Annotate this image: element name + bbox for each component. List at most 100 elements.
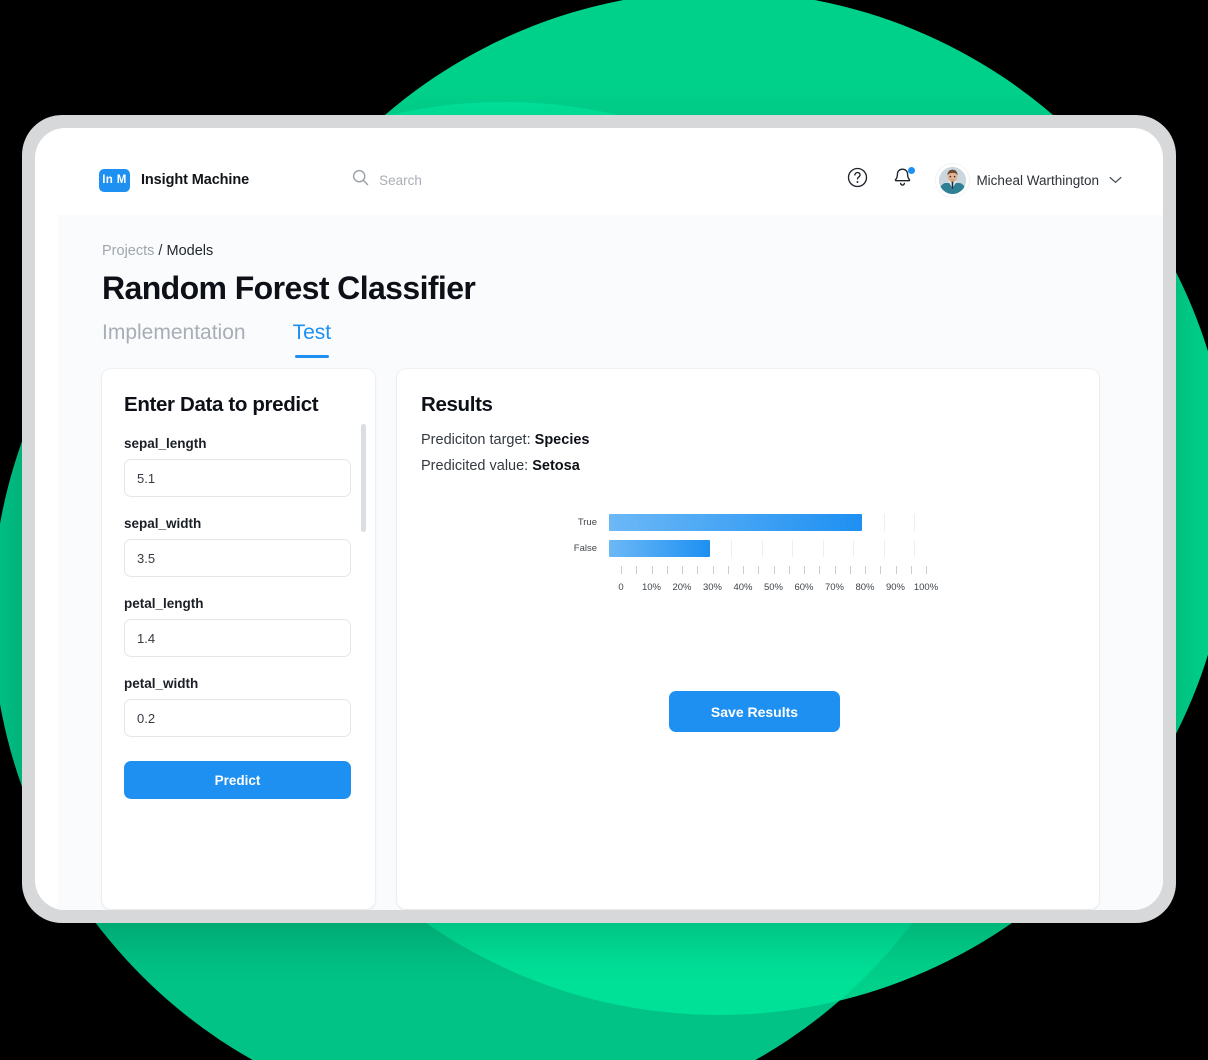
chart-plot-area <box>609 540 915 557</box>
chart-gridline <box>792 540 793 557</box>
chart-axis-tick <box>743 566 744 574</box>
prediction-target-label: Prediciton target: <box>421 432 531 448</box>
brand-logo[interactable]: In M Insight Machine <box>99 168 250 192</box>
chart-axis-label: 10% <box>641 582 662 593</box>
chart-axis-label: 70% <box>824 582 845 593</box>
chart-x-axis-ticks <box>621 566 927 578</box>
tab-bar: Implementation Test <box>102 321 1122 358</box>
field-sepal-length: sepal_length <box>124 436 353 497</box>
chart-row: False <box>569 540 929 557</box>
chart-gridline <box>731 540 732 557</box>
chart-axis-tick <box>651 566 653 574</box>
brand-name: Insight Machine <box>141 172 250 188</box>
sepal-length-input[interactable] <box>124 459 351 497</box>
chart-axis-tick <box>910 566 912 574</box>
tab-implementation[interactable]: Implementation <box>102 321 246 358</box>
chevron-down-icon <box>1109 171 1122 189</box>
petal-width-input[interactable] <box>124 699 351 737</box>
sepal-width-input[interactable] <box>124 539 351 577</box>
chart-axis-tick <box>926 566 927 574</box>
screenshot-stage: In M Insight Machine Search Micheal Wart… <box>0 0 1208 1060</box>
chart-gridline <box>914 540 915 557</box>
chart-axis-tick <box>880 566 882 574</box>
breadcrumb-current[interactable]: Models <box>166 243 213 259</box>
user-name: Micheal Warthington <box>976 172 1099 188</box>
chart-gridline <box>822 540 824 557</box>
chart-axis-tick <box>727 566 729 574</box>
field-label: petal_length <box>124 596 204 611</box>
chart-axis-tick <box>819 566 821 574</box>
tab-test[interactable]: Test <box>293 321 331 358</box>
chart-axis-tick <box>621 566 622 574</box>
chart-axis-tick <box>788 566 790 574</box>
chart-gridline <box>914 514 915 531</box>
chart-axis-label: 90% <box>885 582 906 593</box>
chart-gridline <box>853 540 854 557</box>
chart-axis-label: 30% <box>702 582 723 593</box>
page-title: Random Forest Classifier <box>102 270 476 306</box>
chart-axis-label: 60% <box>794 582 814 593</box>
save-results-button[interactable]: Save Results <box>669 691 840 732</box>
chart-axis-label: 20% <box>672 582 692 593</box>
chart-axis-tick <box>666 566 668 574</box>
logo-mark: In M <box>99 168 130 192</box>
form-panel-title: Enter Data to predict <box>124 393 319 416</box>
prediction-target-line: Prediciton target: Species <box>421 432 1075 448</box>
field-label: sepal_width <box>124 516 202 531</box>
chart-axis-tick <box>865 566 866 574</box>
field-sepal-width: sepal_width <box>124 516 353 577</box>
field-label: sepal_length <box>124 436 207 451</box>
chart-axis-tick <box>682 566 683 574</box>
chart-category-label: False <box>573 543 597 554</box>
chart-axis-tick <box>773 566 775 574</box>
page-body: Projects / Models Random Forest Classifi… <box>58 215 1163 910</box>
search-input[interactable] <box>379 172 560 188</box>
avatar <box>939 166 967 194</box>
search-box[interactable] <box>352 169 560 191</box>
petal-length-input[interactable] <box>124 619 351 657</box>
breadcrumb-separator: / <box>158 243 163 259</box>
notification-badge-dot <box>908 167 916 174</box>
results-panel: Results Prediciton target: Species Predi… <box>397 369 1099 909</box>
chart-bar <box>609 540 710 557</box>
breadcrumb-parent[interactable]: Projects <box>102 243 154 259</box>
device-bezel: In M Insight Machine Search Micheal Wart… <box>35 128 1163 910</box>
user-menu[interactable]: Micheal Warthington <box>939 166 1122 194</box>
chart-gridline <box>883 514 885 531</box>
prediction-probability-chart: True False 0 10% 20% 30% 40% 50% 60% 70% 80% 90% 10… <box>569 514 938 624</box>
question-circle-icon <box>847 167 868 193</box>
prediction-target-value: Species <box>534 432 590 448</box>
chart-x-axis-labels: 0 10% 20% 30% 40% 50% 60% 70% 80% 90% 100% <box>618 582 938 596</box>
chart-axis-label: 100% <box>913 582 939 593</box>
field-label: petal_width <box>124 676 199 691</box>
app-header: In M Insight Machine Search Micheal Wart… <box>58 145 1163 215</box>
chart-axis-label: 0 <box>618 582 624 593</box>
chart-axis-tick <box>712 566 714 574</box>
chart-gridline <box>883 540 885 557</box>
predict-button[interactable]: Predict <box>124 761 351 799</box>
form-scrollbar-thumb[interactable] <box>361 424 366 532</box>
enter-data-panel: Enter Data to predict sepal_length sepal… <box>102 369 375 909</box>
chart-bar <box>609 514 863 531</box>
chart-axis-label: 40% <box>733 582 753 593</box>
chart-bars-area: True False <box>569 514 929 557</box>
chart-axis-tick <box>834 566 836 574</box>
breadcrumb: Projects / Models <box>102 215 1122 259</box>
chart-axis-tick <box>804 566 805 574</box>
notifications-button[interactable] <box>890 167 916 192</box>
app-screen: In M Insight Machine Search Micheal Wart… <box>58 145 1163 910</box>
chart-axis-tick <box>895 566 897 574</box>
form-scrollbar[interactable] <box>361 424 366 844</box>
chart-axis-label: 80% <box>855 582 875 593</box>
chart-axis-label: 50% <box>763 582 784 593</box>
predicted-value-value: Setosa <box>532 458 580 474</box>
chart-plot-area <box>609 514 915 531</box>
chart-category-label: True <box>577 517 597 528</box>
field-petal-length: petal_length <box>124 596 353 657</box>
device-frame: In M Insight Machine Search Micheal Wart… <box>22 115 1176 923</box>
chart-row: True <box>569 514 929 531</box>
search-icon <box>352 169 369 191</box>
help-button[interactable] <box>845 167 869 193</box>
results-panel-title: Results <box>421 393 493 416</box>
chart-gridline <box>761 540 763 557</box>
